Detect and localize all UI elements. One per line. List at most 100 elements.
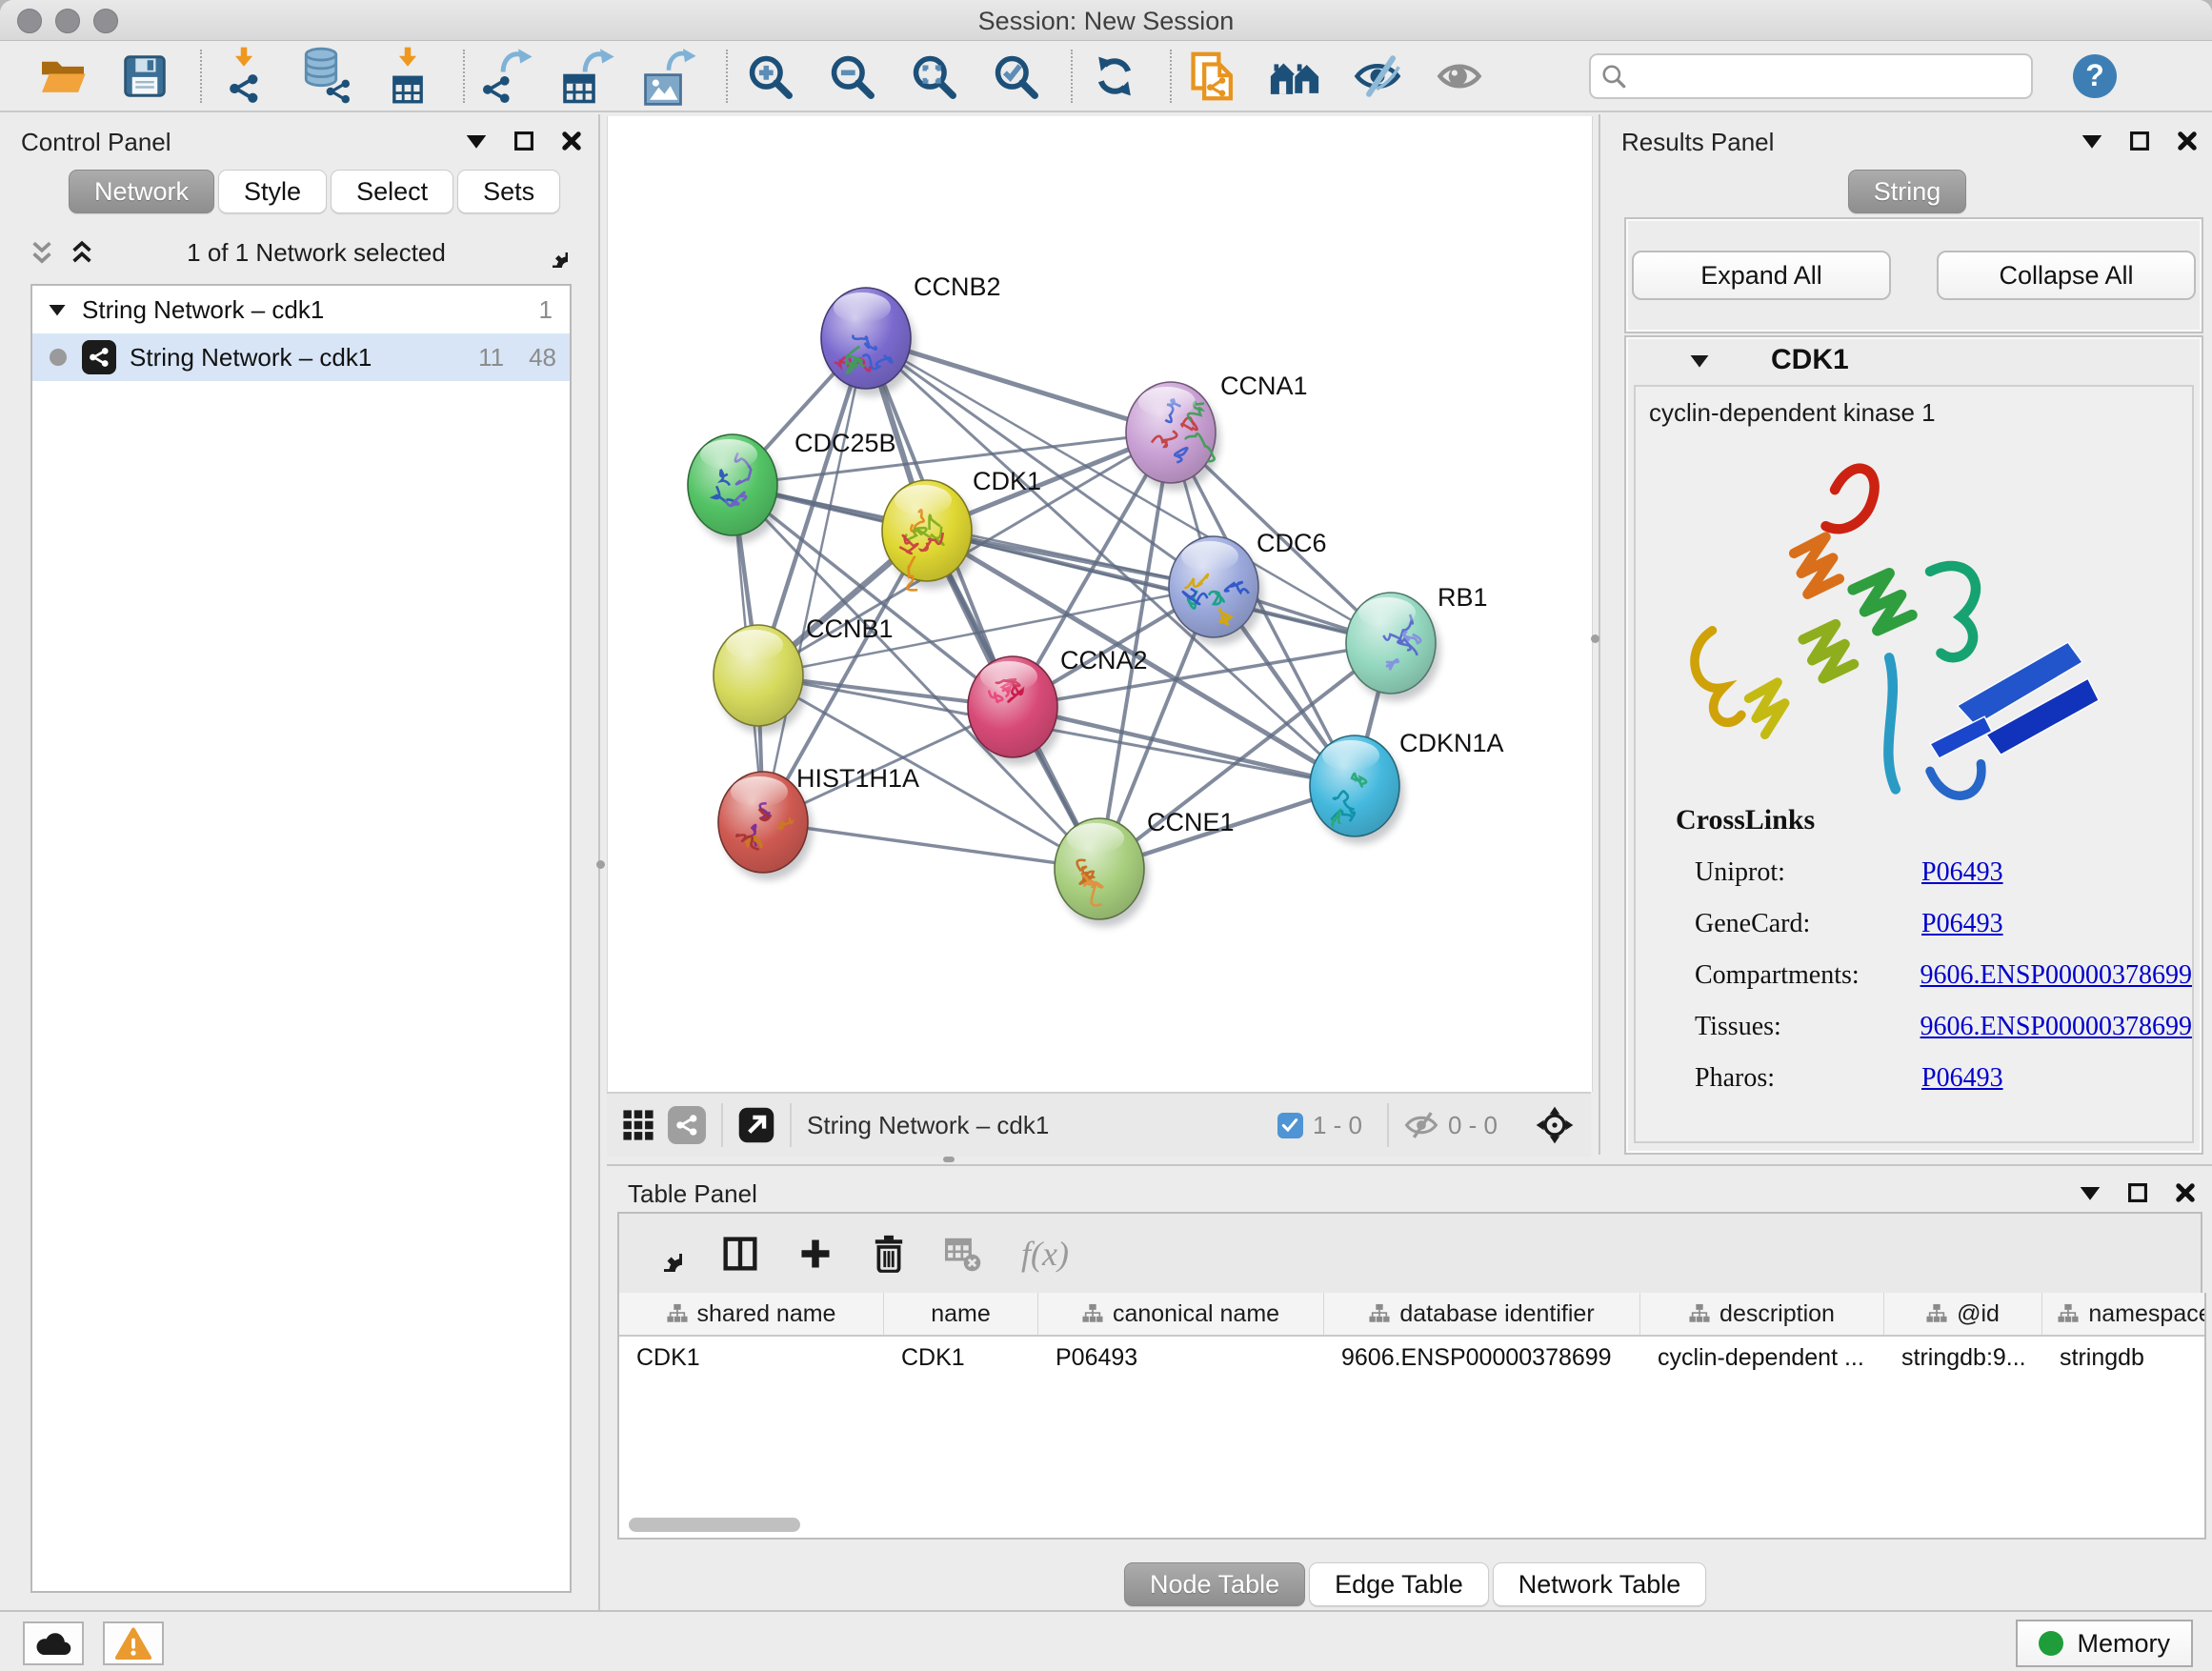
zoom-selected-button[interactable] bbox=[989, 47, 1042, 106]
table-cell[interactable]: stringdb bbox=[2042, 1337, 2206, 1379]
network-row[interactable]: String Network – cdk1 11 48 bbox=[32, 333, 570, 381]
help-button[interactable]: ? bbox=[2073, 54, 2117, 98]
cloud-status-button[interactable] bbox=[23, 1621, 84, 1665]
tab-edge-table[interactable]: Edge Table bbox=[1309, 1562, 1489, 1606]
network-options-gear-icon[interactable] bbox=[537, 237, 568, 268]
column-header-namespace[interactable]: namespace bbox=[2042, 1293, 2206, 1335]
table-row[interactable]: CDK1CDK1P064939606.ENSP00000378699cyclin… bbox=[619, 1337, 2204, 1379]
import-network-database-button[interactable] bbox=[299, 47, 352, 106]
selected-nodes-checkbox[interactable] bbox=[1277, 1113, 1303, 1138]
network-share-icon bbox=[324, 77, 352, 106]
tab-string[interactable]: String bbox=[1848, 170, 1967, 213]
table-horizontal-scrollbar[interactable] bbox=[629, 1518, 800, 1532]
node-CCNA1[interactable]: CCNA1 bbox=[1126, 372, 1308, 491]
function-builder-icon[interactable]: f(x) bbox=[1021, 1234, 1069, 1274]
tab-sets[interactable]: Sets bbox=[457, 170, 560, 213]
node-CDK1[interactable]: CDK1 bbox=[882, 467, 1041, 590]
collection-disclosure-icon[interactable] bbox=[48, 301, 67, 318]
expand-all-icon[interactable] bbox=[69, 239, 95, 266]
float-panel-icon[interactable] bbox=[2128, 130, 2151, 152]
network-canvas[interactable]: CCNB2CCNA1CDC25BCDK1CDC6RB1CCNB1CCNA2CDK… bbox=[607, 116, 1593, 1092]
search-input[interactable] bbox=[1627, 61, 1993, 91]
table-options-gear-icon[interactable] bbox=[646, 1236, 682, 1272]
tab-select[interactable]: Select bbox=[331, 170, 453, 213]
bottom-panel-divider[interactable] bbox=[943, 1157, 955, 1162]
zoom-in-button[interactable] bbox=[743, 47, 796, 106]
delete-table-icon[interactable] bbox=[945, 1236, 981, 1272]
warnings-button[interactable] bbox=[103, 1621, 164, 1665]
add-column-icon[interactable] bbox=[798, 1237, 833, 1271]
show-columns-icon[interactable] bbox=[722, 1236, 758, 1272]
import-table-file-button[interactable] bbox=[381, 47, 434, 106]
crosslink-link[interactable]: P06493 bbox=[1921, 909, 2003, 939]
clone-network-button[interactable] bbox=[1187, 47, 1240, 106]
crosslink-link[interactable]: P06493 bbox=[1921, 857, 2003, 888]
import-network-file-button[interactable] bbox=[217, 47, 271, 106]
delete-column-icon[interactable] bbox=[873, 1235, 905, 1273]
tree-icon bbox=[667, 1303, 688, 1324]
toolbar-separator bbox=[463, 50, 465, 103]
grid-view-icon[interactable] bbox=[622, 1109, 654, 1141]
float-panel-icon[interactable] bbox=[513, 130, 535, 152]
hide-selected-button[interactable] bbox=[1351, 47, 1404, 106]
tab-network[interactable]: Network bbox=[69, 170, 214, 213]
hidden-elements-icon[interactable] bbox=[1404, 1111, 1438, 1139]
export-table-button[interactable] bbox=[562, 47, 615, 106]
open-session-button[interactable] bbox=[36, 47, 90, 106]
refresh-view-button[interactable] bbox=[1088, 47, 1141, 106]
crosslink-link[interactable]: P06493 bbox=[1921, 1063, 2003, 1094]
gene-header[interactable]: CDK1 bbox=[1626, 337, 2202, 383]
collapse-all-button[interactable]: Collapse All bbox=[1937, 251, 2196, 300]
table-cell[interactable]: 9606.ENSP00000378699 bbox=[1324, 1337, 1640, 1379]
share-view-icon[interactable] bbox=[668, 1106, 706, 1144]
crosslink-link[interactable]: 9606.ENSP00000378699 bbox=[1920, 960, 2192, 991]
export-image-button[interactable] bbox=[644, 47, 697, 106]
first-neighbors-button[interactable] bbox=[1269, 47, 1322, 106]
close-panel-icon[interactable] bbox=[2176, 130, 2199, 152]
node-HIST1H1A[interactable]: HIST1H1A bbox=[718, 764, 919, 880]
save-session-button[interactable] bbox=[118, 47, 171, 106]
close-panel-icon[interactable] bbox=[2174, 1181, 2197, 1204]
float-panel-icon[interactable] bbox=[2126, 1181, 2149, 1204]
table-cell[interactable]: P06493 bbox=[1038, 1337, 1324, 1379]
table-cell[interactable]: stringdb:9... bbox=[1884, 1337, 2042, 1379]
network-collection-row[interactable]: String Network – cdk1 1 bbox=[32, 286, 570, 333]
table-cell[interactable]: CDK1 bbox=[619, 1337, 884, 1379]
right-panel-divider[interactable] bbox=[1591, 634, 1599, 643]
memory-button[interactable]: Memory bbox=[2016, 1620, 2193, 1667]
expand-all-button[interactable]: Expand All bbox=[1632, 251, 1891, 300]
gene-disclosure-icon[interactable] bbox=[1689, 352, 1710, 370]
column-header-name[interactable]: name bbox=[884, 1293, 1038, 1335]
tab-node-table[interactable]: Node Table bbox=[1124, 1562, 1305, 1606]
zoom-out-button[interactable] bbox=[825, 47, 878, 106]
node-CCNE1[interactable]: CCNE1 bbox=[1055, 808, 1235, 927]
node-CDKN1A[interactable]: CDKN1A bbox=[1310, 729, 1504, 844]
show-all-button[interactable] bbox=[1433, 47, 1486, 106]
collapse-all-icon[interactable] bbox=[29, 239, 55, 266]
column-header-canonical-name[interactable]: canonical name bbox=[1038, 1293, 1324, 1335]
export-network-button[interactable] bbox=[480, 47, 533, 106]
node-RB1[interactable]: RB1 bbox=[1346, 583, 1488, 701]
column-header-shared-name[interactable]: shared name bbox=[619, 1293, 884, 1335]
node-CDC25B[interactable]: CDC25B bbox=[688, 429, 896, 543]
birdseye-navigator-icon[interactable] bbox=[1536, 1106, 1574, 1144]
edge-HIST1H1A-CCNE1[interactable] bbox=[763, 822, 1099, 869]
tab-style[interactable]: Style bbox=[218, 170, 327, 213]
left-panel-divider[interactable] bbox=[596, 860, 605, 869]
open-in-window-icon[interactable] bbox=[738, 1107, 774, 1143]
column-header-database-identifier[interactable]: database identifier bbox=[1324, 1293, 1640, 1335]
column-header-description[interactable]: description bbox=[1640, 1293, 1884, 1335]
panel-menu-icon[interactable] bbox=[2081, 130, 2103, 152]
table-cell[interactable]: cyclin-dependent ... bbox=[1640, 1337, 1884, 1379]
network-graph[interactable]: CCNB2CCNA1CDC25BCDK1CDC6RB1CCNB1CCNA2CDK… bbox=[608, 118, 1592, 1094]
close-panel-icon[interactable] bbox=[560, 130, 583, 152]
panel-menu-icon[interactable] bbox=[465, 130, 488, 152]
tab-network-table[interactable]: Network Table bbox=[1493, 1562, 1707, 1606]
zoom-fit-button[interactable] bbox=[907, 47, 960, 106]
panel-menu-icon[interactable] bbox=[2079, 1181, 2101, 1204]
node-CDC6[interactable]: CDC6 bbox=[1169, 529, 1327, 645]
column-header-@id[interactable]: @id bbox=[1884, 1293, 2042, 1335]
table-cell[interactable]: CDK1 bbox=[884, 1337, 1038, 1379]
edge-CCNA2-CDKN1A[interactable] bbox=[1013, 707, 1355, 786]
crosslink-link[interactable]: 9606.ENSP00000378699 bbox=[1920, 1012, 2192, 1042]
